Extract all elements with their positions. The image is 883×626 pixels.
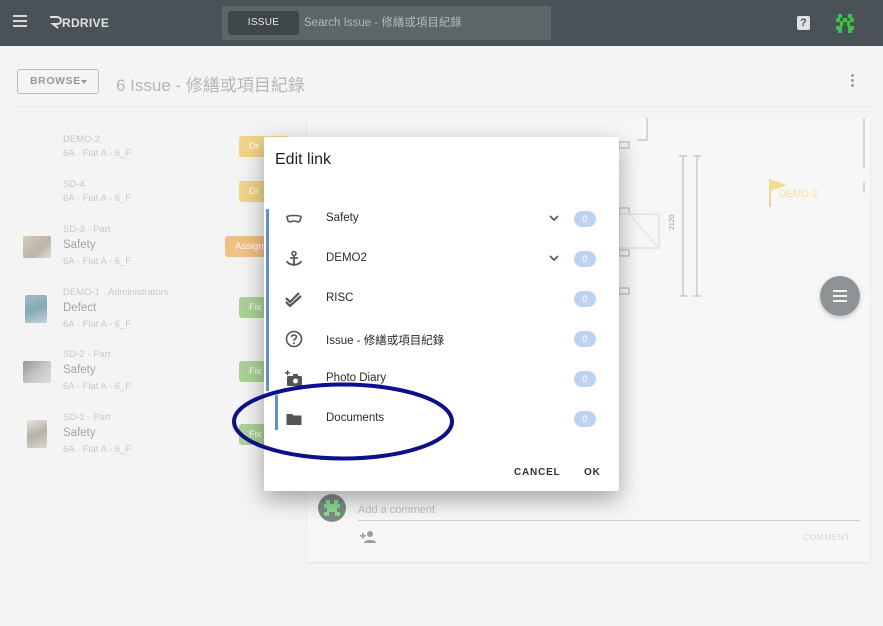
top-app-bar: RDRIVE ISSUE ? (0, 0, 883, 46)
camera-plus-icon (285, 370, 302, 386)
cancel-button[interactable]: CANCEL (514, 467, 560, 478)
link-row-safety[interactable]: Safety 0 (264, 199, 619, 239)
edit-link-dialog: Edit link Safety 0 DEMO2 0 RISC 0 Issue … (264, 137, 619, 491)
count-badge: 0 (574, 411, 596, 427)
link-row-risc[interactable]: RISC 0 (264, 279, 619, 319)
help-icon[interactable]: ? (797, 16, 810, 30)
count-badge: 0 (574, 211, 596, 227)
search-input[interactable] (304, 11, 544, 35)
row-label: RISC (326, 292, 354, 304)
link-row-issue[interactable]: Issue - 修繕或項目紀錄 0 (264, 319, 619, 359)
folder-icon (286, 414, 302, 425)
ok-button[interactable]: OK (584, 467, 601, 478)
row-label: DEMO2 (326, 252, 367, 264)
count-badge: 0 (574, 291, 596, 307)
row-label: Issue - 修繕或項目紀錄 (326, 335, 445, 347)
count-badge: 0 (574, 251, 596, 267)
chevron-down-icon[interactable] (548, 212, 560, 224)
help-circle-icon (285, 330, 303, 348)
search-bar: ISSUE (222, 6, 551, 40)
link-row-documents[interactable]: Documents 0 (264, 399, 619, 439)
brand-name: RDRIVE (62, 16, 110, 30)
link-row-demo2[interactable]: DEMO2 0 (264, 239, 619, 279)
row-label: Safety (326, 212, 359, 224)
row-label: Photo Diary (326, 372, 387, 384)
search-scope-chip[interactable]: ISSUE (228, 11, 299, 35)
double-check-icon (285, 292, 302, 308)
count-badge: 0 (574, 371, 596, 387)
user-avatar[interactable] (834, 12, 856, 34)
row-label: Documents (326, 412, 385, 424)
hamburger-menu-icon[interactable] (13, 15, 27, 27)
rdrive-logo-icon (50, 16, 62, 29)
count-badge: 0 (574, 331, 596, 347)
visor-icon (286, 214, 302, 223)
chevron-down-icon[interactable] (548, 252, 560, 264)
link-row-photo-diary[interactable]: Photo Diary 0 (264, 359, 619, 399)
anchor-icon (286, 250, 302, 266)
dialog-title: Edit link (275, 151, 332, 168)
app-logo[interactable]: RDRIVE (48, 14, 112, 32)
